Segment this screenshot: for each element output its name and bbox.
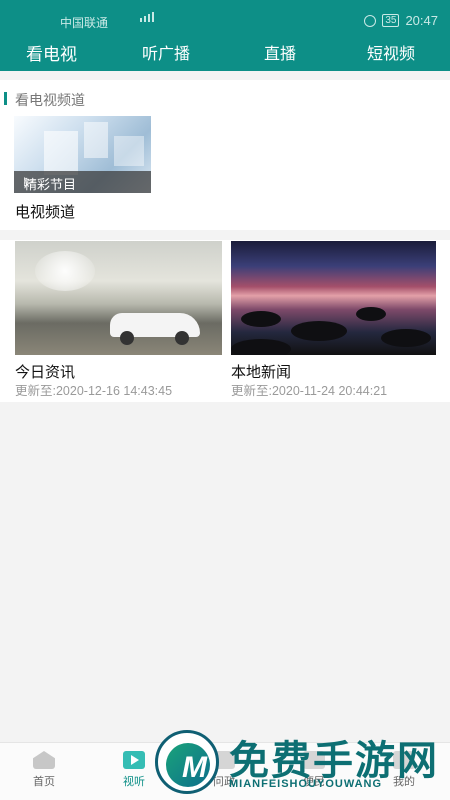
play-icon bbox=[123, 751, 145, 769]
section-marker bbox=[4, 92, 7, 105]
section-title: 看电视频道 bbox=[15, 92, 85, 108]
watermark-logo-icon: M bbox=[155, 730, 219, 794]
nav-home[interactable]: 首页 bbox=[14, 751, 74, 789]
news-section: 今日资讯 更新至:2020-12-16 14:43:45 本地新闻 更新至:20… bbox=[0, 240, 450, 402]
thumbnail-caption-bar: 精彩节目 ▷ bbox=[14, 171, 151, 193]
nav-label: 首页 bbox=[33, 776, 55, 788]
tab-live[interactable]: 直播 bbox=[264, 40, 296, 64]
status-bar: 中国联通 35 20:47 bbox=[0, 0, 450, 40]
app-header: 中国联通 35 20:47 看电视 听广播 直播 短视频 bbox=[0, 0, 450, 71]
play-icon: ▷ bbox=[24, 174, 34, 188]
news-title[interactable]: 本地新闻 bbox=[231, 361, 291, 382]
news-title[interactable]: 今日资讯 bbox=[15, 361, 75, 382]
channel-thumbnail[interactable]: 精彩节目 ▷ bbox=[14, 116, 151, 193]
news-thumbnail-car[interactable] bbox=[15, 241, 222, 355]
tab-radio[interactable]: 听广播 bbox=[142, 40, 190, 64]
battery-indicator: 35 bbox=[382, 14, 400, 27]
watermark-subtext: MIANFEISHOUYOUWANG bbox=[229, 778, 383, 790]
status-time: 20:47 bbox=[405, 13, 438, 28]
signal-icon bbox=[140, 12, 154, 22]
alarm-icon bbox=[364, 14, 377, 27]
news-updated: 更新至:2020-11-24 20:44:21 bbox=[231, 384, 388, 398]
tab-watch-tv[interactable]: 看电视 bbox=[26, 40, 77, 65]
news-updated: 更新至:2020-12-16 14:43:45 bbox=[15, 384, 173, 398]
tv-channels-section: 看电视频道 精彩节目 ▷ 电视频道 bbox=[0, 80, 450, 230]
top-tabs: 看电视 听广播 直播 短视频 bbox=[0, 40, 450, 70]
carrier-label: 中国联通 bbox=[60, 16, 109, 30]
channel-name[interactable]: 电视频道 bbox=[15, 201, 75, 222]
nav-label: 视听 bbox=[123, 776, 145, 788]
news-thumbnail-lake[interactable] bbox=[231, 241, 436, 355]
watermark: M 免费手游网 MIANFEISHOUYOUWANG bbox=[155, 726, 450, 798]
tab-short-video[interactable]: 短视频 bbox=[367, 40, 415, 64]
home-icon bbox=[33, 751, 55, 769]
